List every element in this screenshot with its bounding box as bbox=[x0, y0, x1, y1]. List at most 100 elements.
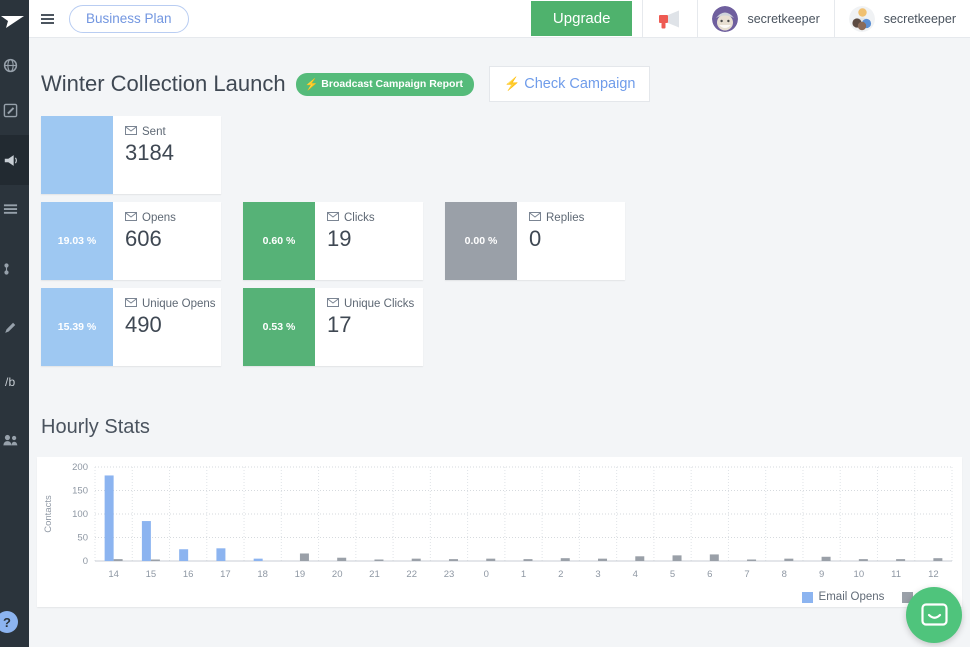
chart-bar bbox=[299, 553, 309, 561]
chart-y-tick-label: 100 bbox=[72, 509, 88, 520]
chart-x-tick-label: 7 bbox=[744, 569, 749, 580]
stat-percent: 15.39 % bbox=[57, 321, 97, 333]
chart-bar bbox=[337, 557, 347, 561]
stat-label-row: Unique Clicks bbox=[327, 298, 414, 310]
stat-label-row: Sent bbox=[125, 126, 174, 138]
bolt-icon: ⚡ bbox=[304, 78, 319, 91]
chart-y-axis-label: Contacts bbox=[43, 495, 54, 533]
stat-card-clicks[interactable]: 0.60 % Clicks 19 bbox=[243, 202, 423, 280]
stat-percent-swatch: 0.60 % bbox=[243, 202, 315, 280]
stat-label-row: Unique Opens bbox=[125, 298, 216, 310]
stat-label: Opens bbox=[142, 212, 176, 224]
chart-bar bbox=[150, 559, 160, 561]
sidebar-item-ab-testing[interactable]: /b bbox=[0, 353, 29, 411]
chat-launcher-button[interactable] bbox=[906, 587, 962, 643]
stats-row-1: Sent 3184 bbox=[41, 116, 970, 194]
account-menu-1[interactable]: secretkeeper bbox=[697, 0, 833, 37]
chart-x-tick-label: 6 bbox=[707, 569, 712, 580]
chart-x-tick-label: 2 bbox=[558, 569, 563, 580]
envelope-icon bbox=[327, 212, 339, 224]
stat-label-row: Clicks bbox=[327, 212, 375, 224]
chart-bar bbox=[896, 559, 906, 561]
chart-bar bbox=[179, 549, 189, 561]
hamburger-icon bbox=[40, 17, 54, 20]
chart-bar bbox=[486, 558, 496, 561]
sidebar-item-compose[interactable] bbox=[0, 85, 29, 135]
hourly-stats-title: Hourly Stats bbox=[41, 416, 150, 438]
sidebar-item-dashboard[interactable] bbox=[0, 45, 29, 85]
chart-y-tick-label: 50 bbox=[77, 533, 88, 544]
stat-value: 490 bbox=[125, 312, 162, 337]
sidebar-item-templates[interactable] bbox=[0, 303, 29, 353]
chart-bar bbox=[858, 559, 868, 561]
app-logo[interactable] bbox=[0, 0, 29, 45]
stat-percent-swatch: 19.03 % bbox=[41, 202, 113, 280]
stat-label-row: Opens bbox=[125, 212, 176, 224]
plan-badge[interactable]: Business Plan bbox=[69, 4, 189, 33]
stat-label: Unique Opens bbox=[142, 298, 216, 310]
stat-body: Opens 606 bbox=[113, 202, 176, 280]
megaphone-icon bbox=[4, 154, 17, 166]
stat-card-unique-clicks[interactable]: 0.53 % Unique Clicks 17 bbox=[243, 288, 423, 366]
stat-label: Clicks bbox=[344, 212, 375, 224]
legend-item-email-opens[interactable]: Email Opens bbox=[801, 591, 884, 603]
chart-y-tick-label: 150 bbox=[72, 486, 88, 497]
sidebar-item-lists[interactable] bbox=[0, 185, 29, 235]
account-name-2: secretkeeper bbox=[883, 11, 956, 26]
chart-x-tick-label: 14 bbox=[108, 569, 119, 580]
chart-x-tick-label: 18 bbox=[257, 569, 268, 580]
chart-x-tick-label: 0 bbox=[484, 569, 489, 580]
account-menu-2[interactable]: secretkeeper bbox=[833, 0, 970, 37]
sidebar-help-button[interactable]: ? bbox=[0, 611, 29, 633]
chart-bar bbox=[216, 548, 226, 561]
chart-x-tick-label: 12 bbox=[928, 569, 939, 580]
page-header: Winter Collection Launch ⚡ Broadcast Cam… bbox=[29, 38, 970, 102]
flow-icon bbox=[4, 263, 9, 275]
envelope-icon bbox=[125, 298, 137, 310]
chart-x-tick-label: 8 bbox=[782, 569, 787, 580]
chart-x-tick-label: 23 bbox=[444, 569, 455, 580]
stat-card-replies[interactable]: 0.00 % Replies 0 bbox=[445, 202, 625, 280]
stat-value: 3184 bbox=[125, 140, 174, 165]
stat-value: 19 bbox=[327, 226, 352, 251]
stat-body: Sent 3184 bbox=[113, 116, 174, 194]
chart-bar bbox=[374, 559, 384, 561]
chart-x-tick-label: 5 bbox=[670, 569, 675, 580]
stat-card-unique-opens[interactable]: 15.39 % Unique Opens 490 bbox=[41, 288, 221, 366]
stat-percent-swatch: 0.00 % bbox=[445, 202, 517, 280]
stat-card-opens[interactable]: 19.03 % Opens 606 bbox=[41, 202, 221, 280]
chart-bar bbox=[635, 556, 645, 561]
check-campaign-label: Check Campaign bbox=[524, 76, 636, 92]
sidebar-item-contacts[interactable] bbox=[0, 411, 29, 469]
envelope-icon bbox=[327, 298, 339, 310]
stat-body: Replies 0 bbox=[517, 202, 584, 280]
stat-value: 0 bbox=[529, 226, 542, 251]
stat-percent-swatch bbox=[41, 116, 113, 194]
chart-x-tick-label: 1 bbox=[521, 569, 526, 580]
hourly-stats-chart-card: Contacts 0 50 100 150 200 14 15 16 17 18 19 20 21 22 23… bbox=[37, 457, 962, 607]
page-title: Winter Collection Launch bbox=[41, 71, 286, 96]
megaphone-icon bbox=[659, 10, 680, 28]
sidebar-item-automation[interactable] bbox=[0, 235, 29, 303]
stat-card-sent[interactable]: Sent 3184 bbox=[41, 116, 221, 194]
announcements-button[interactable] bbox=[642, 0, 697, 37]
globe-icon bbox=[3, 58, 18, 72]
status-badge-label: Broadcast Campaign Report bbox=[321, 78, 464, 90]
chart-bar bbox=[411, 558, 421, 561]
stats-grid: Sent 3184 19.03 % Opens 606 0.60 % Click… bbox=[29, 102, 970, 366]
check-campaign-button[interactable]: ⚡ Check Campaign bbox=[489, 66, 651, 102]
stat-value: 17 bbox=[327, 312, 352, 337]
sidebar-item-broadcast[interactable] bbox=[0, 135, 29, 185]
chart-x-tick-label: 10 bbox=[854, 569, 865, 580]
hourly-stats-chart[interactable]: Contacts05010015020014 15 16 17 18 19 20 21 22 23… bbox=[37, 457, 962, 585]
chart-x-tick-label: 4 bbox=[633, 569, 638, 580]
sidebar-item-ab-label: /b bbox=[5, 375, 16, 389]
menu-toggle-button[interactable] bbox=[29, 0, 65, 37]
legend-swatch bbox=[801, 591, 813, 603]
upgrade-button[interactable]: Upgrade bbox=[530, 1, 633, 36]
chart-x-tick-label: 3 bbox=[595, 569, 600, 580]
chart-bar bbox=[672, 555, 682, 561]
stat-label: Unique Clicks bbox=[344, 298, 415, 310]
chart-bar bbox=[448, 559, 458, 561]
